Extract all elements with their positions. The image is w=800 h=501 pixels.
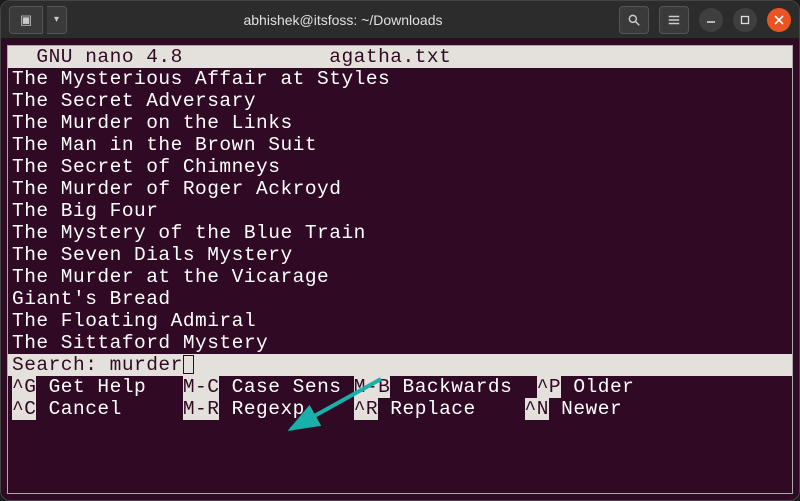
shortcut-key: ^R bbox=[354, 398, 378, 420]
nano-filename: agatha.txt bbox=[329, 46, 451, 68]
file-line: The Murder on the Links bbox=[8, 112, 792, 134]
search-icon bbox=[627, 13, 641, 27]
file-line: The Mysterious Affair at Styles bbox=[8, 68, 792, 90]
file-line: The Murder of Roger Ackroyd bbox=[8, 178, 792, 200]
close-button[interactable] bbox=[767, 8, 791, 32]
file-line: The Murder at the Vicarage bbox=[8, 266, 792, 288]
search-prompt: Search: bbox=[12, 354, 110, 376]
terminal-area[interactable]: GNU nano 4.8 agatha.txt The Mysterious A… bbox=[1, 39, 799, 500]
file-line: The Mystery of the Blue Train bbox=[8, 222, 792, 244]
nano-app-name: GNU nano 4.8 bbox=[12, 46, 183, 68]
shortcut-label: Case Sens bbox=[219, 376, 353, 398]
window-title: abhishek@itsfoss: ~/Downloads bbox=[73, 12, 613, 28]
shortcut-label: Get Help bbox=[36, 376, 182, 398]
titlebar-right bbox=[619, 6, 791, 34]
search-input-value: murder bbox=[110, 354, 183, 376]
file-line: The Secret of Chimneys bbox=[8, 156, 792, 178]
text-cursor bbox=[183, 355, 194, 374]
shortcut-key: ^G bbox=[12, 376, 36, 398]
shortcut-label: Backwards bbox=[390, 376, 536, 398]
minimize-button[interactable] bbox=[699, 8, 723, 32]
file-line: The Man in the Brown Suit bbox=[8, 134, 792, 156]
terminal-window: abhishek@itsfoss: ~/Downloads GNU nano 4… bbox=[0, 0, 800, 501]
file-line: The Seven Dials Mystery bbox=[8, 244, 792, 266]
shortcut-label: Newer bbox=[549, 398, 622, 420]
shortcut-key: M-B bbox=[354, 376, 391, 398]
close-icon bbox=[774, 15, 784, 25]
shortcut-label: Regexp bbox=[219, 398, 353, 420]
file-line: The Secret Adversary bbox=[8, 90, 792, 112]
hamburger-icon bbox=[667, 13, 681, 27]
shortcut-key: ^P bbox=[537, 376, 561, 398]
shortcut-row-2: ^C Cancel M-R Regexp ^R Replace ^N Newer bbox=[8, 398, 792, 420]
shortcut-key: ^N bbox=[525, 398, 549, 420]
shortcut-key: M-C bbox=[183, 376, 220, 398]
search-button[interactable] bbox=[619, 6, 649, 34]
shortcut-label: Replace bbox=[378, 398, 524, 420]
maximize-icon bbox=[740, 15, 750, 25]
maximize-button[interactable] bbox=[733, 8, 757, 32]
shortcut-label: Older bbox=[561, 376, 634, 398]
file-line: The Sittaford Mystery bbox=[8, 332, 792, 354]
minimize-icon bbox=[706, 15, 716, 25]
new-tab-dropdown[interactable] bbox=[47, 6, 67, 34]
file-content: The Mysterious Affair at StylesThe Secre… bbox=[8, 68, 792, 354]
nano-editor: GNU nano 4.8 agatha.txt The Mysterious A… bbox=[7, 45, 793, 494]
file-line: Giant's Bread bbox=[8, 288, 792, 310]
new-tab-button[interactable] bbox=[9, 6, 43, 34]
file-line: The Big Four bbox=[8, 200, 792, 222]
search-bar[interactable]: Search: murder bbox=[8, 354, 792, 376]
shortcut-label: Cancel bbox=[36, 398, 182, 420]
titlebar: abhishek@itsfoss: ~/Downloads bbox=[1, 1, 799, 39]
shortcut-row-1: ^G Get Help M-C Case Sens M-B Backwards … bbox=[8, 376, 792, 398]
nano-header: GNU nano 4.8 agatha.txt bbox=[8, 46, 792, 68]
shortcut-key: M-R bbox=[183, 398, 220, 420]
file-line: The Floating Admiral bbox=[8, 310, 792, 332]
shortcut-key: ^C bbox=[12, 398, 36, 420]
titlebar-left bbox=[9, 6, 67, 34]
menu-button[interactable] bbox=[659, 6, 689, 34]
